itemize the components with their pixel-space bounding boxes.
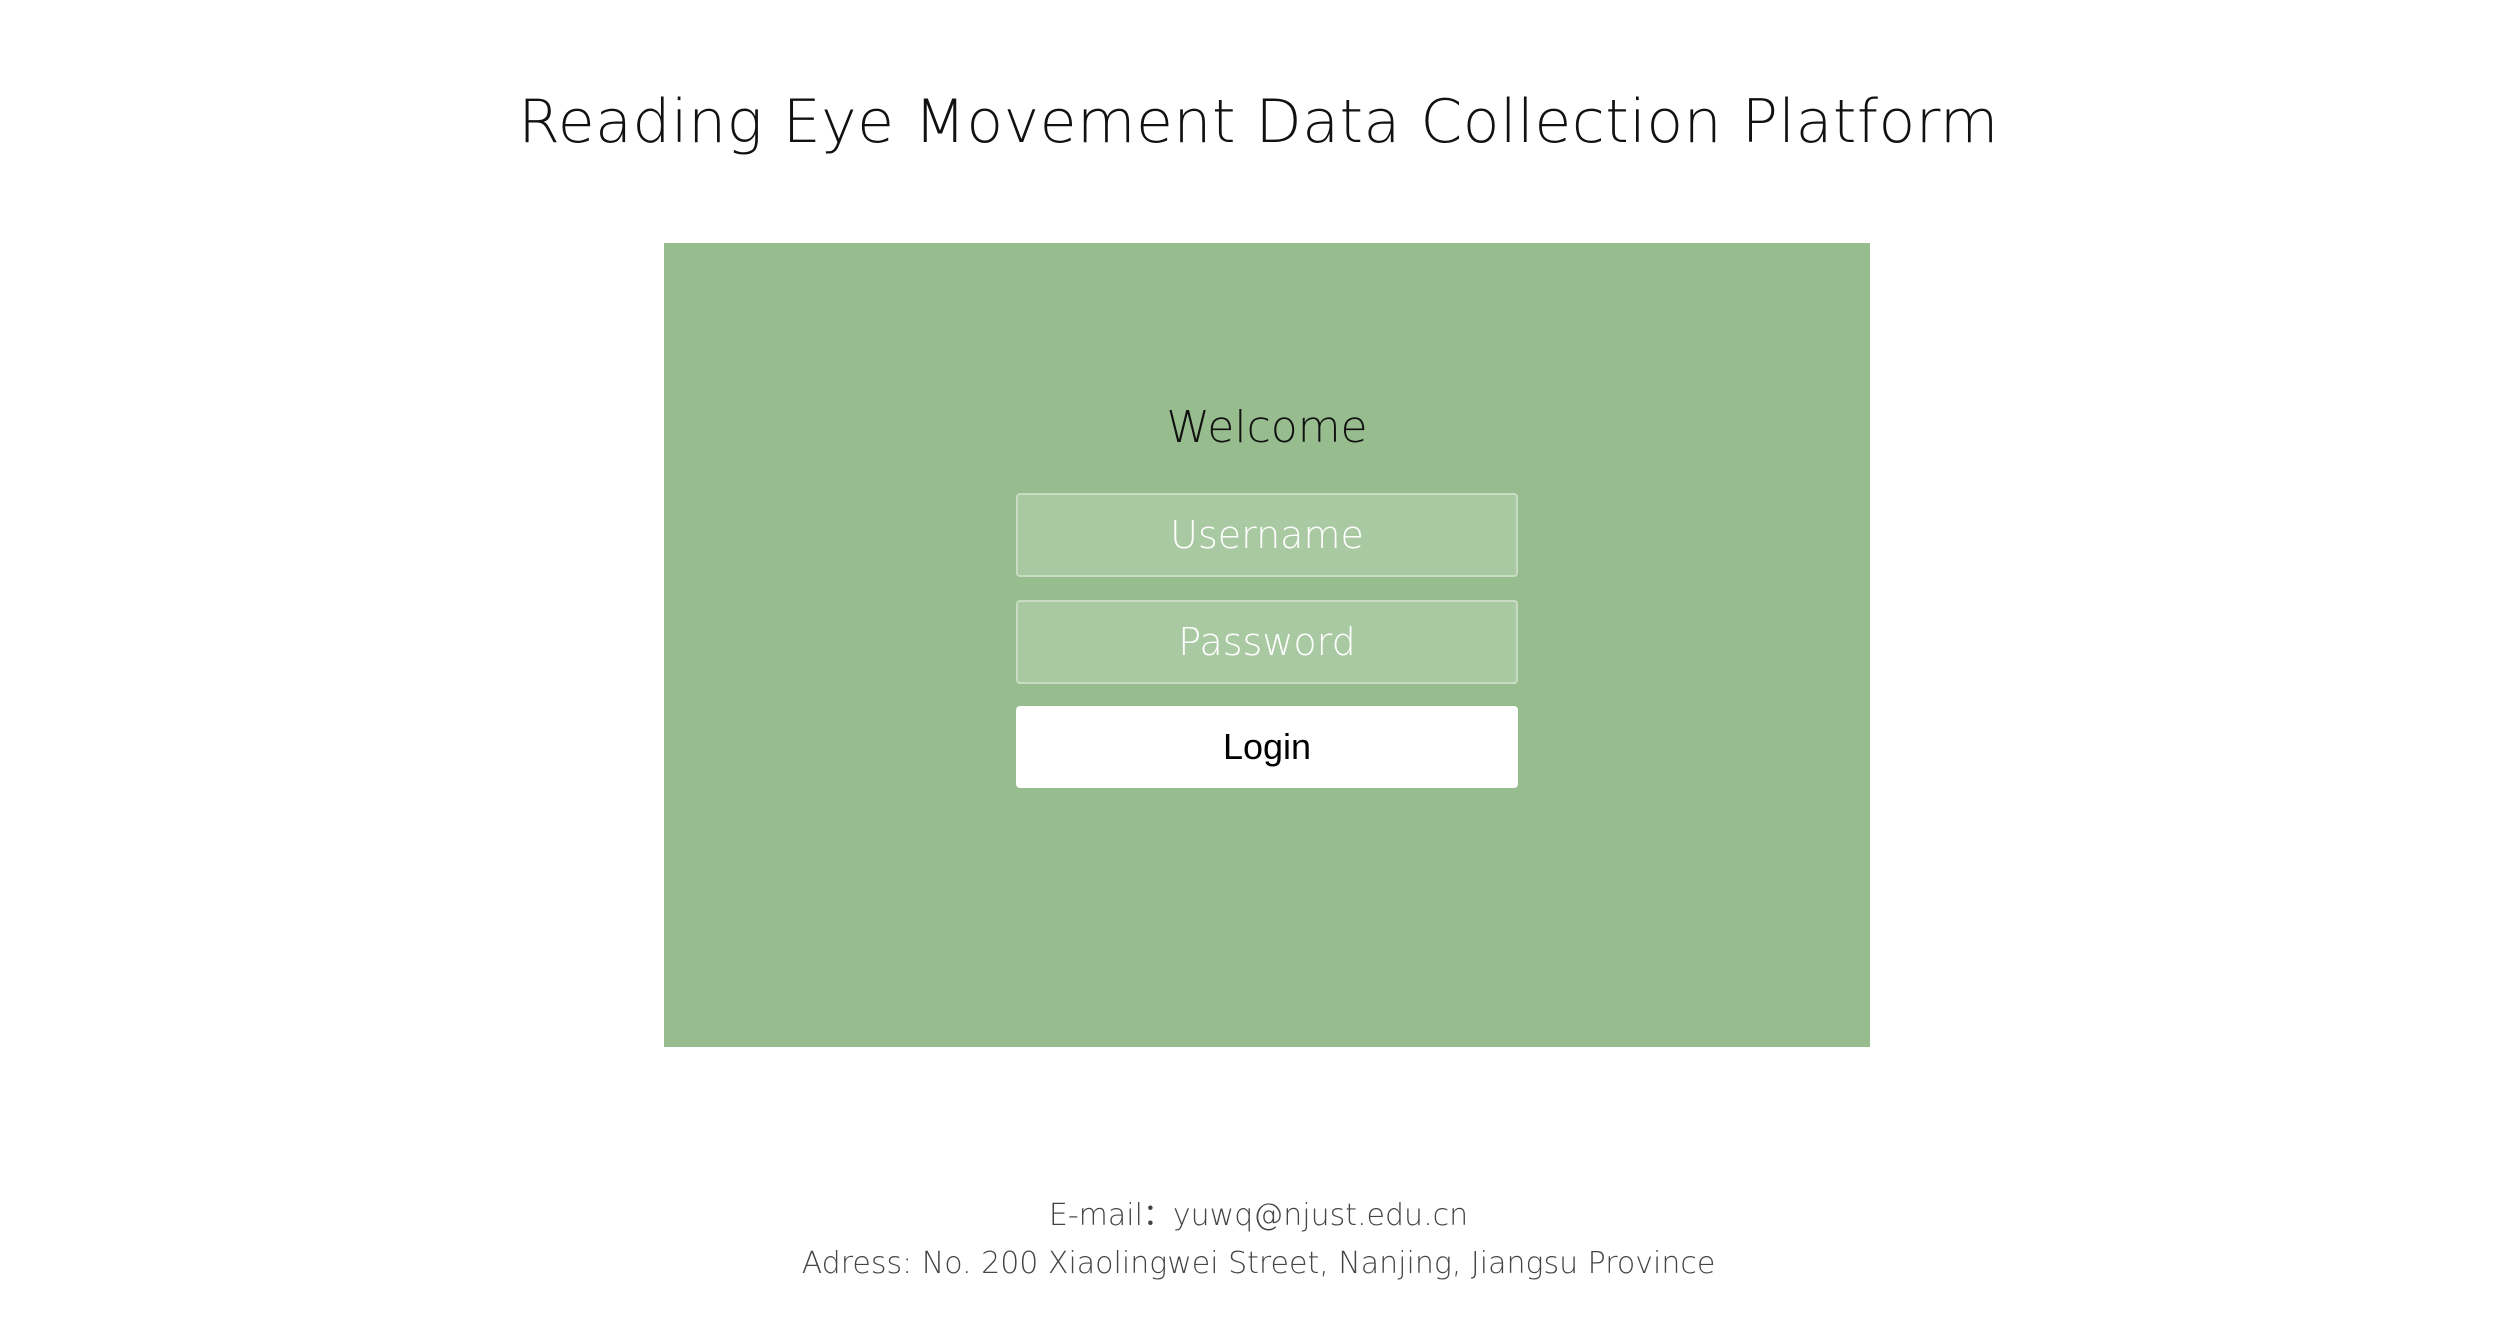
username-input[interactable]	[1016, 493, 1518, 577]
footer-address: Adress: No. 200 Xiaolingwei Street, Nanj…	[801, 1246, 1716, 1281]
footer-email: E-mail：yuwq@njust.edu.cn	[1048, 1198, 1469, 1233]
password-input[interactable]	[1016, 600, 1518, 684]
welcome-heading: Welcome	[1166, 402, 1368, 453]
page-title: Reading Eye Movement Data Collection Pla…	[518, 87, 1999, 157]
login-button[interactable]: Login	[1016, 706, 1518, 788]
login-panel: Welcome Login	[664, 243, 1870, 1047]
